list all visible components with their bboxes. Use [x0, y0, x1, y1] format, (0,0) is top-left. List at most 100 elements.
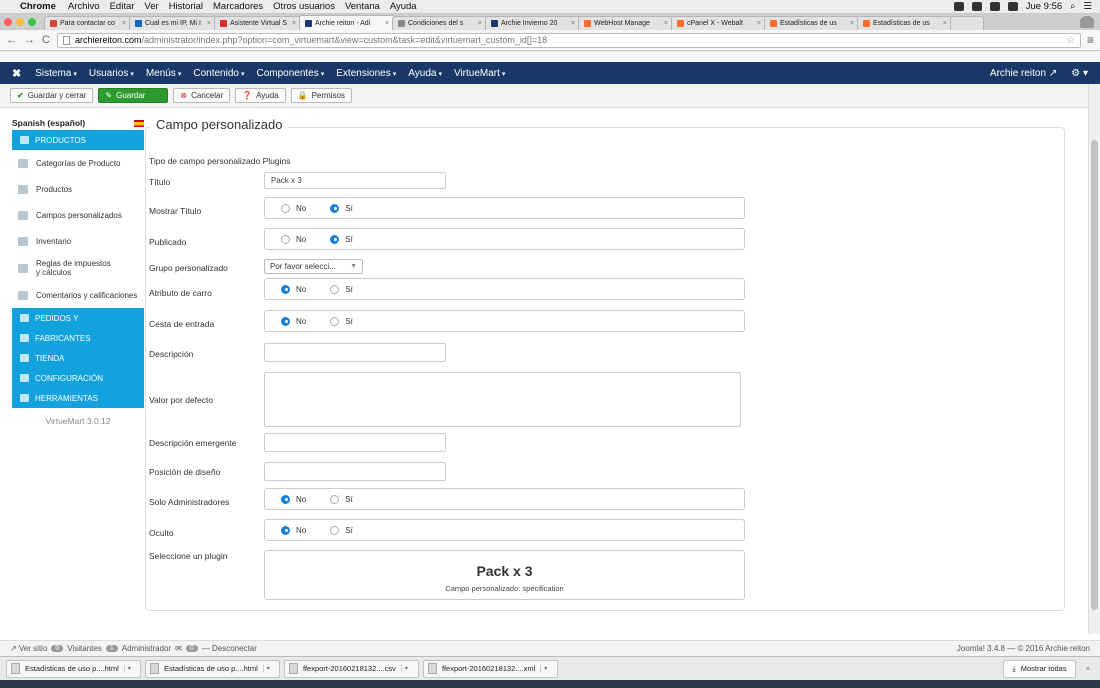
chrome-menu-icon[interactable]: ≡ [1087, 33, 1094, 47]
sidebar-section-herramientas[interactable]: HERRAMIENTAS [12, 388, 144, 408]
spotlight-icon[interactable]: ⌕ [1070, 1, 1075, 12]
browser-tab[interactable]: cPanel X - Webalt × [671, 16, 767, 30]
browser-tab[interactable]: Cual es mi IP, Mi I × [129, 16, 217, 30]
caret-down-icon[interactable]: ▾ [540, 665, 547, 672]
bookmark-star-icon[interactable]: ☆ [1066, 35, 1075, 46]
close-shelf-icon[interactable]: × [1086, 664, 1090, 673]
page-scrollbar[interactable] [1088, 84, 1100, 634]
cancel-button[interactable]: ⊗ Cancelar [173, 88, 231, 103]
sidebar-section-productos[interactable]: PRODUCTOS [12, 130, 144, 150]
menu-otros-usuarios[interactable]: Otros usuarios [273, 1, 335, 12]
browser-tab[interactable]: Para contactar co × [44, 16, 132, 30]
scrollbar-thumb[interactable] [1091, 140, 1098, 610]
cart-attribute-yes[interactable]: Sí [330, 284, 353, 294]
new-tab-button[interactable] [950, 16, 984, 30]
download-item[interactable]: ffexport-20160218132....csv ▾ [284, 659, 419, 678]
browser-tab[interactable]: WebHost Manage × [578, 16, 674, 30]
status-app-icon[interactable] [971, 2, 982, 11]
minimize-window-icon[interactable] [16, 18, 24, 26]
sidebar-item-comentarios[interactable]: Comentarios y calificaciones [12, 282, 144, 308]
close-tab-icon[interactable]: × [754, 20, 761, 27]
back-icon[interactable]: ← [6, 34, 17, 46]
show-title-yes[interactable]: Sí [330, 203, 353, 213]
caret-down-icon[interactable]: ▾ [123, 665, 131, 672]
show-all-downloads-button[interactable]: ⤓ Mostrar todas [1003, 659, 1076, 678]
profile-icon[interactable] [1080, 16, 1094, 28]
hidden-no[interactable]: No [281, 525, 306, 535]
close-tab-icon[interactable]: × [568, 20, 575, 27]
browser-tab[interactable]: Estadísticas de us × [857, 16, 953, 30]
published-yes[interactable]: Sí [330, 234, 353, 244]
permissions-button[interactable]: 🔒 Permisos [290, 88, 352, 103]
sidebar-section-fabricantes[interactable]: FABRICANTES [12, 328, 144, 348]
admin-only-yes[interactable]: Sí [330, 494, 353, 504]
sidebar-item-campos[interactable]: Campos personalizados [12, 202, 144, 228]
zoom-window-icon[interactable] [28, 18, 36, 26]
sidebar-item-impuestos[interactable]: Reglas de impuestos y cálculos [12, 254, 144, 282]
close-tab-icon[interactable]: × [382, 20, 389, 27]
sidebar-item-categorias[interactable]: Categorías de Producto [12, 150, 144, 176]
envelope-icon[interactable]: ✉ [175, 644, 182, 653]
published-no[interactable]: No [281, 234, 306, 244]
app-menu[interactable]: Chrome [20, 1, 56, 12]
nav-menus[interactable]: Menús ▾ [146, 68, 182, 79]
browser-tab[interactable]: Estadísticas de us × [764, 16, 860, 30]
close-tab-icon[interactable]: × [661, 20, 668, 27]
menu-ventana[interactable]: Ventana [345, 1, 380, 12]
browser-tab[interactable]: Condiciones del s × [392, 16, 488, 30]
hidden-yes[interactable]: Sí [330, 525, 353, 535]
nav-virtuemart[interactable]: VirtueMart ▾ [454, 68, 505, 79]
wifi-icon[interactable] [989, 2, 1000, 11]
close-tab-icon[interactable]: × [289, 20, 296, 27]
menu-editar[interactable]: Editar [110, 1, 135, 12]
title-input[interactable]: Pack x 3 [264, 172, 446, 189]
user-settings-icon[interactable]: ⚙ ▾ [1071, 68, 1088, 79]
sidebar-item-productos[interactable]: Productos [12, 176, 144, 202]
site-link[interactable]: Archie reiton ↗ [990, 68, 1057, 79]
sidebar-section-tienda[interactable]: TIENDA [12, 348, 144, 368]
joomla-logo-icon[interactable]: ✖ [12, 67, 21, 80]
save-close-button[interactable]: ✔ Guardar y cerrar [10, 88, 94, 103]
nav-contenido[interactable]: Contenido ▾ [193, 68, 244, 79]
close-window-icon[interactable] [4, 18, 12, 26]
default-value-textarea[interactable] [264, 372, 741, 427]
clock[interactable]: Jue 9:56 [1026, 1, 1062, 12]
layout-position-input[interactable] [264, 462, 446, 481]
caret-down-icon[interactable]: ▾ [400, 665, 408, 672]
notification-center-icon[interactable]: ☰ [1083, 1, 1092, 12]
cart-input-yes[interactable]: Sí [330, 316, 353, 326]
sidebar-section-pedidos[interactable]: PEDIDOS Y [12, 308, 144, 328]
custom-group-select[interactable]: Por favor selecci... ▼ [264, 259, 363, 274]
close-tab-icon[interactable]: × [940, 20, 947, 27]
logout-link[interactable]: — Desconectar [202, 644, 257, 653]
view-site-link[interactable]: ↗ Ver sitio [10, 644, 47, 653]
url-input[interactable]: archiereiton.com/administrator/index.php… [56, 32, 1081, 48]
menu-ayuda[interactable]: Ayuda [390, 1, 417, 12]
download-item[interactable]: Estadísticas de uso p....html ▾ [145, 659, 280, 678]
close-tab-icon[interactable]: × [847, 20, 854, 27]
language-selector[interactable]: Spanish (español) [12, 116, 144, 130]
dropbox-icon[interactable] [953, 2, 964, 11]
cart-attribute-no[interactable]: No [281, 284, 306, 294]
browser-tab[interactable]: Asistente Virtual S × [214, 16, 302, 30]
close-tab-icon[interactable]: × [119, 20, 126, 27]
caret-down-icon[interactable]: ▾ [262, 665, 270, 672]
help-button[interactable]: ❓ Ayuda [235, 88, 286, 103]
browser-tab[interactable]: Archie Invierno 20 × [485, 16, 581, 30]
admin-only-no[interactable]: No [281, 494, 306, 504]
download-item[interactable]: Estadísticas de uso p....html ▾ [6, 659, 141, 678]
menu-archivo[interactable]: Archivo [68, 1, 100, 12]
volume-icon[interactable] [1007, 2, 1018, 11]
menu-ver[interactable]: Ver [144, 1, 158, 12]
cart-input-no[interactable]: No [281, 316, 306, 326]
tooltip-input[interactable] [264, 433, 446, 452]
nav-usuarios[interactable]: Usuarios ▾ [89, 68, 134, 79]
sidebar-section-configuracion[interactable]: CONFIGURACIÓN [12, 368, 144, 388]
download-item[interactable]: ffexport-20160218132....xml ▾ [423, 659, 558, 678]
close-tab-icon[interactable]: × [204, 20, 211, 27]
reload-icon[interactable]: C [42, 34, 50, 46]
nav-ayuda[interactable]: Ayuda ▾ [408, 68, 442, 79]
nav-extensiones[interactable]: Extensiones ▾ [336, 68, 396, 79]
menu-marcadores[interactable]: Marcadores [213, 1, 263, 12]
browser-tab-active[interactable]: Archie reiton - Adi × [299, 15, 395, 30]
